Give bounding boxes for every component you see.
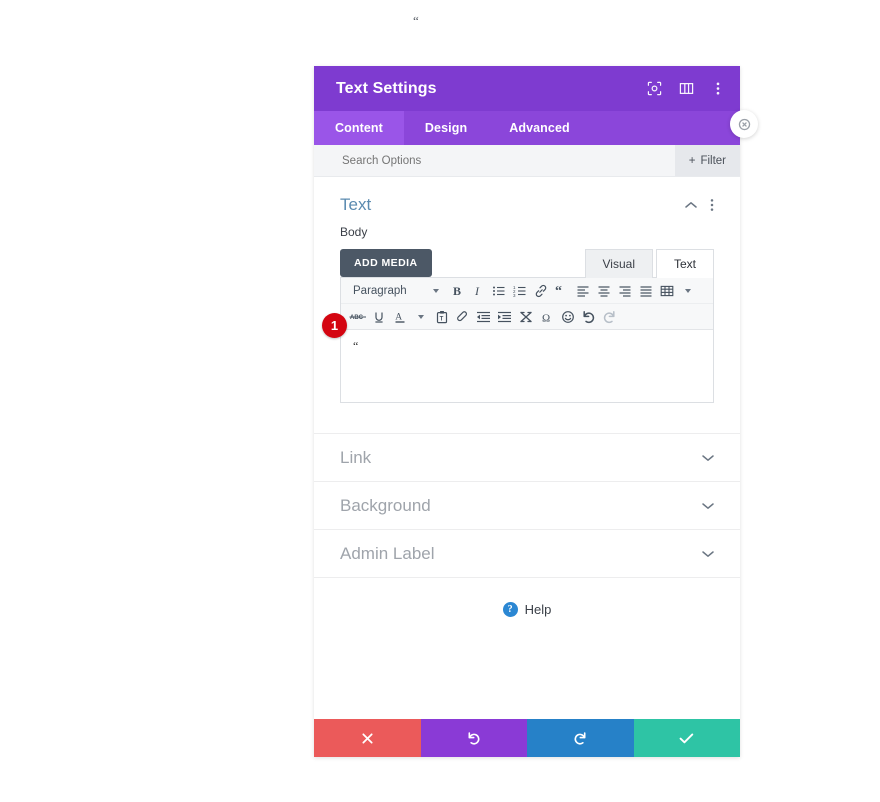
chevron-down-icon[interactable] bbox=[702, 550, 714, 558]
tab-design[interactable]: Design bbox=[404, 111, 488, 145]
text-color-dropdown-icon[interactable] bbox=[410, 307, 431, 326]
filter-button[interactable]: + Filter bbox=[674, 145, 740, 176]
svg-text:T: T bbox=[439, 316, 443, 322]
svg-text:Ω: Ω bbox=[542, 312, 550, 324]
format-select[interactable]: Paragraph bbox=[347, 285, 443, 297]
blockquote-icon[interactable]: “ bbox=[552, 281, 573, 300]
svg-text:B: B bbox=[453, 284, 461, 298]
body-filler bbox=[314, 643, 740, 719]
section-background-title: Background bbox=[340, 495, 431, 515]
numbered-list-icon[interactable]: 1 2 3 bbox=[510, 281, 531, 300]
tab-text[interactable]: Text bbox=[655, 249, 714, 278]
cancel-button[interactable] bbox=[314, 719, 421, 757]
section-title: Text bbox=[340, 195, 372, 214]
undo-button[interactable] bbox=[420, 719, 527, 757]
filter-label: Filter bbox=[700, 154, 726, 167]
close-icon bbox=[362, 732, 373, 744]
undo-icon[interactable] bbox=[578, 307, 599, 326]
chevron-down-icon bbox=[432, 288, 439, 293]
editor-topbar: ADD MEDIA Visual Text bbox=[340, 248, 714, 278]
editor-toolbar-row-2: ABC A T Ω bbox=[341, 304, 713, 330]
checkmark-icon bbox=[679, 733, 694, 743]
strikethrough-icon[interactable]: ABC bbox=[347, 307, 368, 326]
section-link[interactable]: Link bbox=[314, 433, 740, 481]
body-field-label: Body bbox=[340, 225, 368, 239]
close-settings-button[interactable] bbox=[730, 110, 758, 138]
redo-icon[interactable] bbox=[599, 307, 620, 326]
svg-text:ABC: ABC bbox=[350, 315, 364, 321]
svg-text:A: A bbox=[395, 312, 402, 322]
paste-as-text-icon[interactable]: T bbox=[431, 307, 452, 326]
link-icon[interactable] bbox=[531, 281, 552, 300]
format-select-label: Paragraph bbox=[353, 284, 407, 297]
special-character-icon[interactable]: Ω bbox=[536, 307, 557, 326]
table-icon[interactable] bbox=[657, 281, 678, 300]
step-badge-1: 1 bbox=[322, 313, 347, 338]
section-link-title: Link bbox=[340, 447, 372, 467]
chevron-down-icon[interactable] bbox=[702, 454, 714, 462]
save-button[interactable] bbox=[633, 719, 740, 757]
svg-text:3: 3 bbox=[513, 293, 516, 298]
italic-icon[interactable]: I bbox=[468, 281, 489, 300]
page-stray-quote: “ bbox=[413, 13, 419, 28]
table-dropdown-icon[interactable] bbox=[678, 281, 699, 300]
bold-icon[interactable]: B bbox=[447, 281, 468, 300]
editor-toolbar-row-1: Paragraph B I 1 2 3 “ bbox=[341, 278, 713, 304]
focus-icon[interactable] bbox=[646, 81, 662, 97]
search-row: + Filter bbox=[314, 145, 740, 177]
modal-tabs: Content Design Advanced bbox=[314, 111, 740, 145]
align-justify-icon[interactable] bbox=[636, 281, 657, 300]
underline-icon[interactable] bbox=[368, 307, 389, 326]
help-button[interactable]: ? Help bbox=[314, 577, 740, 643]
rich-text-editor: Paragraph B I 1 2 3 “ ABC A T Ω “ bbox=[340, 277, 714, 403]
screen: “ Text Settings Content Design Advanced … bbox=[0, 0, 880, 802]
section-admin-label-title: Admin Label bbox=[340, 543, 435, 563]
tab-visual[interactable]: Visual bbox=[584, 249, 653, 278]
page-title: Text Settings bbox=[336, 79, 437, 97]
modal-footer bbox=[314, 719, 740, 757]
text-section-header: Text bbox=[340, 177, 714, 225]
chevron-up-icon[interactable] bbox=[685, 201, 697, 209]
editor-mode-tabs: Visual Text bbox=[584, 248, 714, 278]
plus-icon: + bbox=[688, 154, 696, 167]
search-input[interactable] bbox=[340, 153, 675, 168]
more-vertical-icon[interactable] bbox=[710, 81, 726, 97]
svg-text:I: I bbox=[474, 284, 480, 298]
decrease-indent-icon[interactable] bbox=[473, 307, 494, 326]
more-vertical-icon[interactable] bbox=[710, 198, 714, 212]
section-header-icons bbox=[685, 198, 714, 212]
header-icon-group bbox=[646, 81, 726, 97]
clear-formatting-icon[interactable] bbox=[452, 307, 473, 326]
layout-columns-icon[interactable] bbox=[678, 81, 694, 97]
close-icon bbox=[738, 118, 750, 130]
align-right-icon[interactable] bbox=[615, 281, 636, 300]
section-admin-label[interactable]: Admin Label bbox=[314, 529, 740, 577]
chevron-down-icon[interactable] bbox=[702, 502, 714, 510]
bulleted-list-icon[interactable] bbox=[489, 281, 510, 300]
increase-indent-icon[interactable] bbox=[494, 307, 515, 326]
modal-body: Text Body ADD MEDIA Visual Text Paragrap… bbox=[314, 177, 740, 719]
undo-icon bbox=[468, 731, 480, 745]
help-icon: ? bbox=[502, 602, 518, 617]
tab-advanced[interactable]: Advanced bbox=[488, 111, 591, 145]
add-media-button[interactable]: ADD MEDIA bbox=[340, 249, 432, 277]
section-background[interactable]: Background bbox=[314, 481, 740, 529]
svg-text:“: “ bbox=[555, 284, 562, 298]
redo-icon bbox=[574, 731, 586, 745]
modal-header: Text Settings bbox=[314, 66, 740, 111]
help-label: Help bbox=[524, 602, 552, 617]
emoji-icon[interactable] bbox=[557, 307, 578, 326]
editor-body-content[interactable]: “ bbox=[341, 330, 713, 402]
redo-button[interactable] bbox=[527, 719, 634, 757]
text-settings-modal: Text Settings Content Design Advanced Se… bbox=[314, 66, 740, 757]
insert-more-icon[interactable] bbox=[515, 307, 536, 326]
text-section: Text Body ADD MEDIA Visual Text Paragrap… bbox=[314, 177, 740, 403]
tab-content[interactable]: Content bbox=[314, 111, 404, 145]
text-color-icon[interactable]: A bbox=[389, 307, 410, 326]
align-left-icon[interactable] bbox=[573, 281, 594, 300]
align-center-icon[interactable] bbox=[594, 281, 615, 300]
